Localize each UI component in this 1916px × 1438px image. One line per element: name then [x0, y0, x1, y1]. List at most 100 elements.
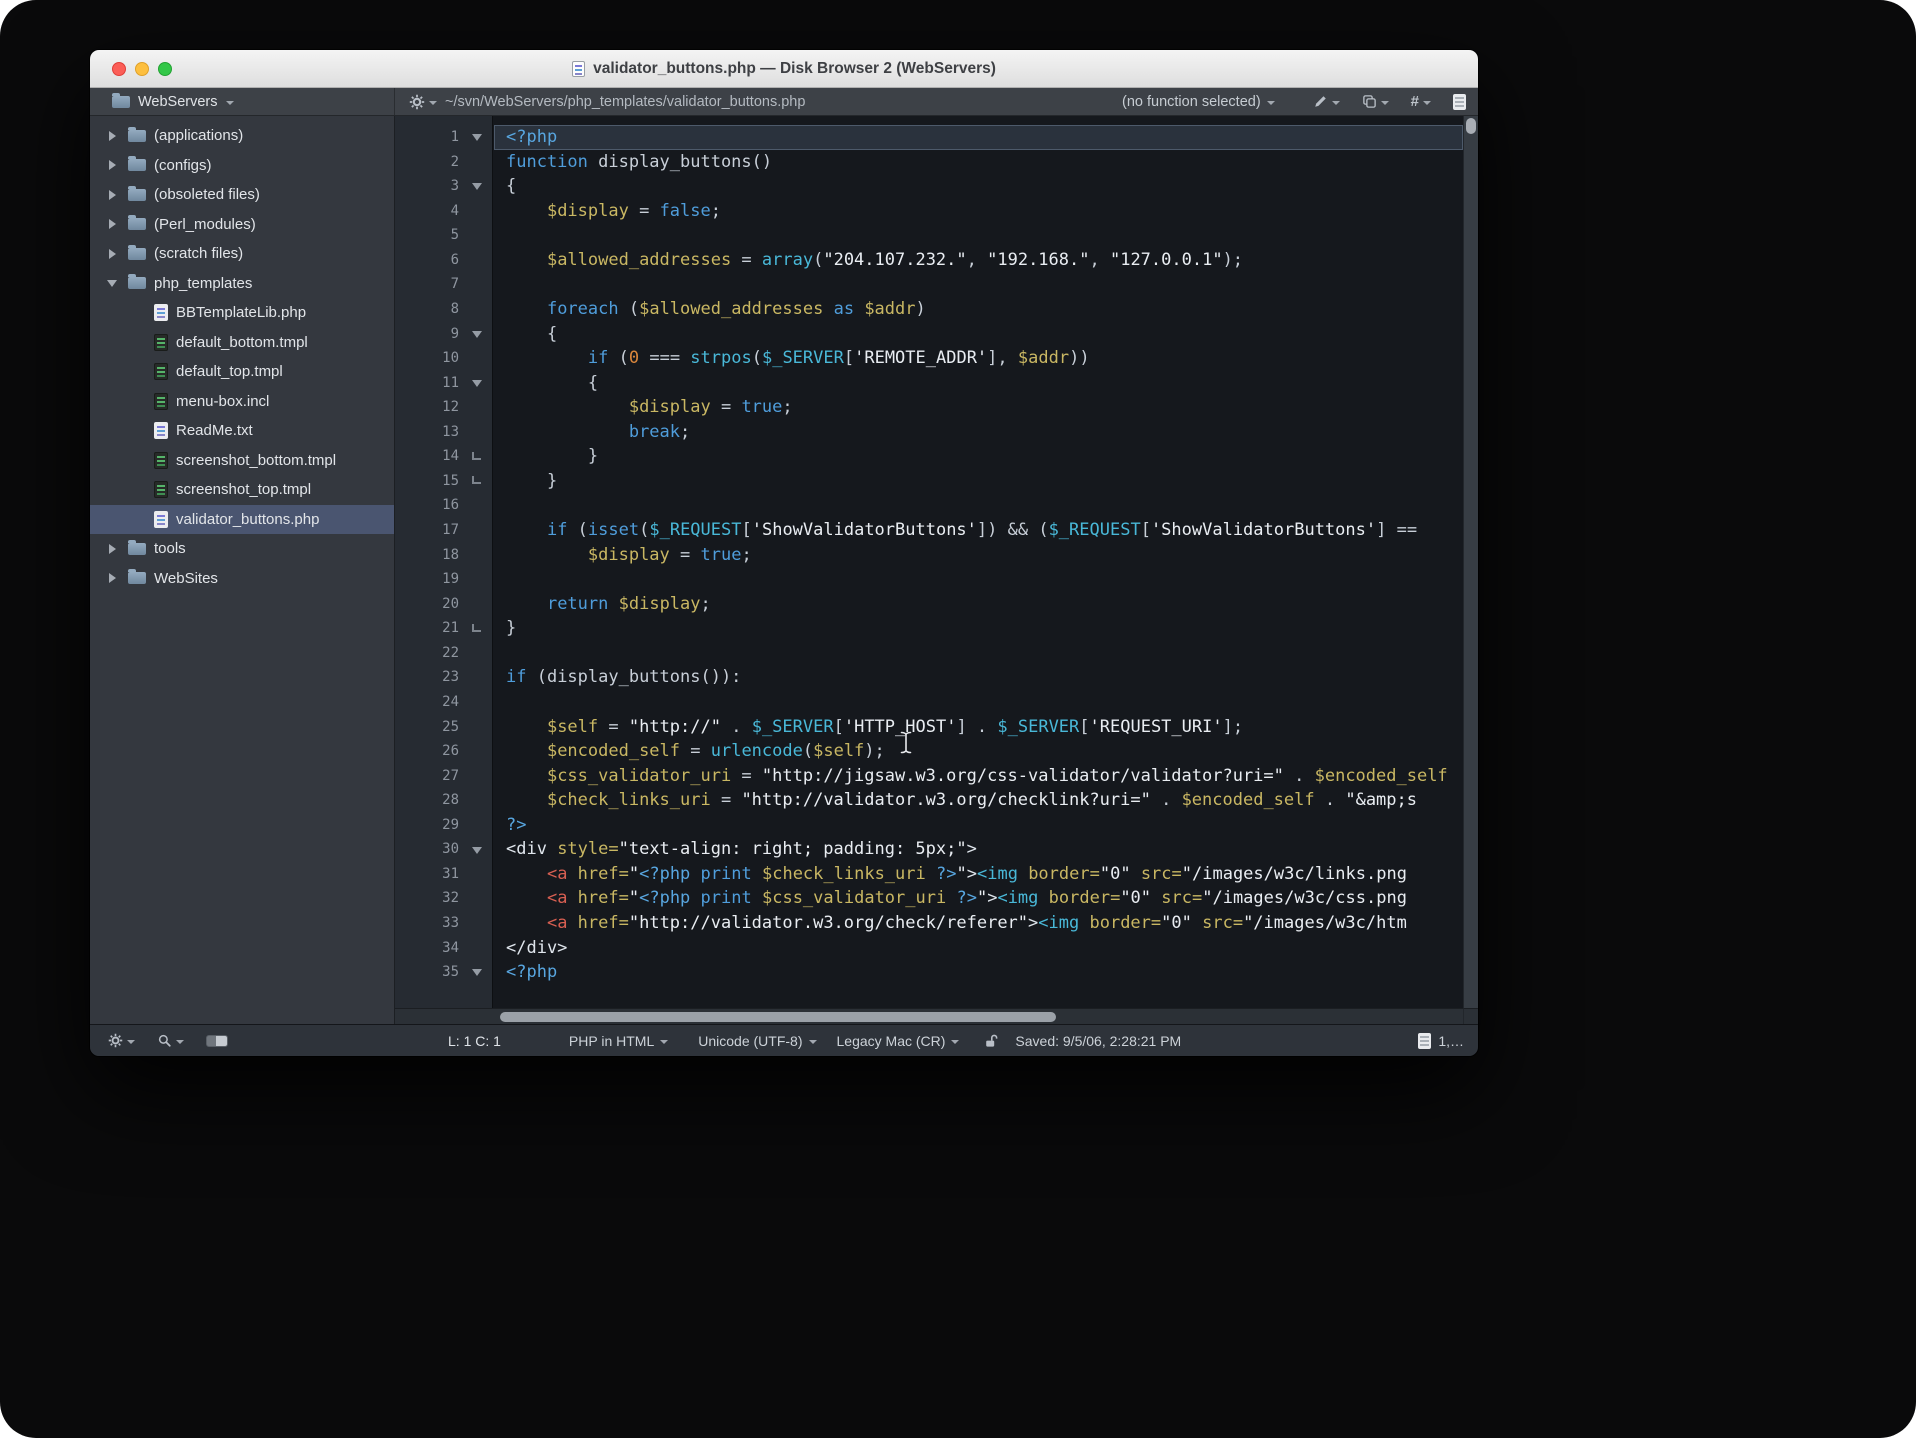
disclosure-triangle[interactable] [104, 190, 120, 200]
code-text[interactable] [494, 690, 1463, 715]
tree-item-screenshot-bottom-tmpl[interactable]: screenshot_bottom.tmpl [90, 446, 394, 476]
code-text[interactable]: <div style="text-align: right; padding: … [494, 837, 1463, 862]
code-line[interactable]: 10 if (0 === strpos($_SERVER['REMOTE_ADD… [395, 346, 1463, 371]
fold-triangle[interactable] [472, 847, 482, 854]
fold-triangle[interactable] [472, 183, 482, 190]
unlocked-icon[interactable] [983, 1033, 999, 1049]
code-text[interactable]: } [494, 616, 1463, 641]
function-selector[interactable]: (no function selected) [1122, 94, 1275, 110]
fold-triangle[interactable] [472, 380, 482, 387]
code-line[interactable]: 18 $display = true; [395, 543, 1463, 568]
code-text[interactable]: if (0 === strpos($_SERVER['REMOTE_ADDR']… [494, 346, 1463, 371]
code-line[interactable]: 34</div> [395, 936, 1463, 961]
code-text[interactable]: $display = true; [494, 543, 1463, 568]
code-text[interactable] [494, 272, 1463, 297]
document-options-button[interactable] [1453, 94, 1466, 110]
code-text[interactable]: <a href="<?php print $check_links_uri ?>… [494, 862, 1463, 887]
line-ending-menu[interactable]: Legacy Mac (CR) [837, 1033, 960, 1049]
tree-item-readme-txt[interactable]: ReadMe.txt [90, 416, 394, 446]
fold-triangle[interactable] [472, 331, 482, 338]
code-lines[interactable]: 1<?php2function display_buttons()3{4 $di… [395, 116, 1463, 1008]
tree-item-screenshot-top-tmpl[interactable]: screenshot_top.tmpl [90, 475, 394, 505]
code-text[interactable] [494, 641, 1463, 666]
code-text[interactable]: { [494, 174, 1463, 199]
code-line[interactable]: 15 } [395, 469, 1463, 494]
code-text-current-line[interactable]: <?php [494, 125, 1463, 150]
gear-menu-button[interactable] [409, 94, 437, 110]
markers-menu-button[interactable] [1313, 94, 1340, 109]
code-line[interactable]: 13 break; [395, 420, 1463, 445]
code-line[interactable]: 14 } [395, 444, 1463, 469]
documents-menu-button[interactable] [1362, 94, 1389, 109]
disclosure-triangle[interactable] [104, 544, 120, 554]
code-text[interactable]: <?php [494, 960, 1463, 985]
code-text[interactable]: foreach ($allowed_addresses as $addr) [494, 297, 1463, 322]
code-line[interactable]: 17 if (isset($_REQUEST['ShowValidatorBut… [395, 518, 1463, 543]
code-text[interactable]: $self = "http://" . $_SERVER['HTTP_HOST'… [494, 715, 1463, 740]
disclosure-triangle[interactable] [104, 280, 120, 287]
code-line[interactable]: 32 <a href="<?php print $css_validator_u… [395, 886, 1463, 911]
status-search-menu[interactable] [157, 1033, 184, 1048]
code-line[interactable]: 7 [395, 272, 1463, 297]
tree-item-tools[interactable]: tools [90, 534, 394, 564]
tree-item-validator-buttons-php[interactable]: validator_buttons.php [90, 505, 394, 535]
code-text[interactable] [494, 493, 1463, 518]
code-line[interactable]: 22 [395, 641, 1463, 666]
code-line[interactable]: 16 [395, 493, 1463, 518]
fold-triangle[interactable] [472, 969, 482, 976]
code-line[interactable]: 9 { [395, 322, 1463, 347]
code-text[interactable]: { [494, 322, 1463, 347]
tree-item-applications[interactable]: (applications) [90, 121, 394, 151]
text-options-toggle-icon[interactable] [206, 1035, 228, 1047]
code-line[interactable]: 27 $css_validator_uri = "http://jigsaw.w… [395, 764, 1463, 789]
disclosure-triangle[interactable] [104, 249, 120, 259]
encoding-menu[interactable]: Unicode (UTF-8) [698, 1033, 816, 1049]
code-text[interactable]: $css_validator_uri = "http://jigsaw.w3.o… [494, 764, 1463, 789]
fold-triangle[interactable] [472, 134, 482, 141]
symbols-menu-button[interactable]: # [1411, 93, 1431, 110]
tree-item-obsoleted-files[interactable]: (obsoleted files) [90, 180, 394, 210]
code-line[interactable]: 4 $display = false; [395, 199, 1463, 224]
code-line[interactable]: 3{ [395, 174, 1463, 199]
horizontal-scrollbar-thumb[interactable] [500, 1012, 1056, 1022]
tree-item-menu-box-incl[interactable]: menu-box.incl [90, 387, 394, 417]
code-line[interactable]: 19 [395, 567, 1463, 592]
minimize-button[interactable] [135, 62, 149, 76]
vertical-scrollbar-thumb[interactable] [1466, 118, 1476, 134]
code-text[interactable]: if (display_buttons()): [494, 665, 1463, 690]
code-line[interactable]: 23if (display_buttons()): [395, 665, 1463, 690]
code-line[interactable]: 35<?php [395, 960, 1463, 985]
code-text[interactable]: <a href="http://validator.w3.org/check/r… [494, 911, 1463, 936]
window-titlebar[interactable]: validator_buttons.php — Disk Browser 2 (… [90, 50, 1478, 88]
disclosure-triangle[interactable] [104, 573, 120, 583]
code-line[interactable]: 12 $display = true; [395, 395, 1463, 420]
code-text[interactable]: $check_links_uri = "http://validator.w3.… [494, 788, 1463, 813]
code-text[interactable] [494, 223, 1463, 248]
status-gear-menu[interactable] [108, 1033, 135, 1048]
tree-item-php-templates[interactable]: php_templates [90, 269, 394, 299]
code-line[interactable]: 5 [395, 223, 1463, 248]
code-line[interactable]: 30<div style="text-align: right; padding… [395, 837, 1463, 862]
code-line[interactable]: 24 [395, 690, 1463, 715]
code-line[interactable]: 26 $encoded_self = urlencode($self); [395, 739, 1463, 764]
tree-item-perl-modules[interactable]: (Perl_modules) [90, 210, 394, 240]
document-proxy-icon[interactable] [572, 61, 585, 77]
disclosure-triangle[interactable] [104, 160, 120, 170]
code-text[interactable]: if (isset($_REQUEST['ShowValidatorButton… [494, 518, 1463, 543]
code-editor[interactable]: 1<?php2function display_buttons()3{4 $di… [395, 116, 1478, 1024]
tree-item-configs[interactable]: (configs) [90, 151, 394, 181]
code-line[interactable]: 2function display_buttons() [395, 150, 1463, 175]
code-text[interactable]: ?> [494, 813, 1463, 838]
code-text[interactable]: } [494, 444, 1463, 469]
code-line[interactable]: 1<?php [395, 125, 1463, 150]
close-button[interactable] [112, 62, 126, 76]
root-folder-popup[interactable]: WebServers [90, 88, 395, 115]
tree-item-websites[interactable]: WebSites [90, 564, 394, 594]
vertical-scrollbar[interactable] [1463, 116, 1478, 1008]
code-line[interactable]: 8 foreach ($allowed_addresses as $addr) [395, 297, 1463, 322]
code-line[interactable]: 29?> [395, 813, 1463, 838]
disclosure-triangle[interactable] [104, 219, 120, 229]
code-text[interactable]: $encoded_self = urlencode($self); [494, 739, 1463, 764]
code-line[interactable]: 6 $allowed_addresses = array("204.107.23… [395, 248, 1463, 273]
code-line[interactable]: 31 <a href="<?php print $check_links_uri… [395, 862, 1463, 887]
